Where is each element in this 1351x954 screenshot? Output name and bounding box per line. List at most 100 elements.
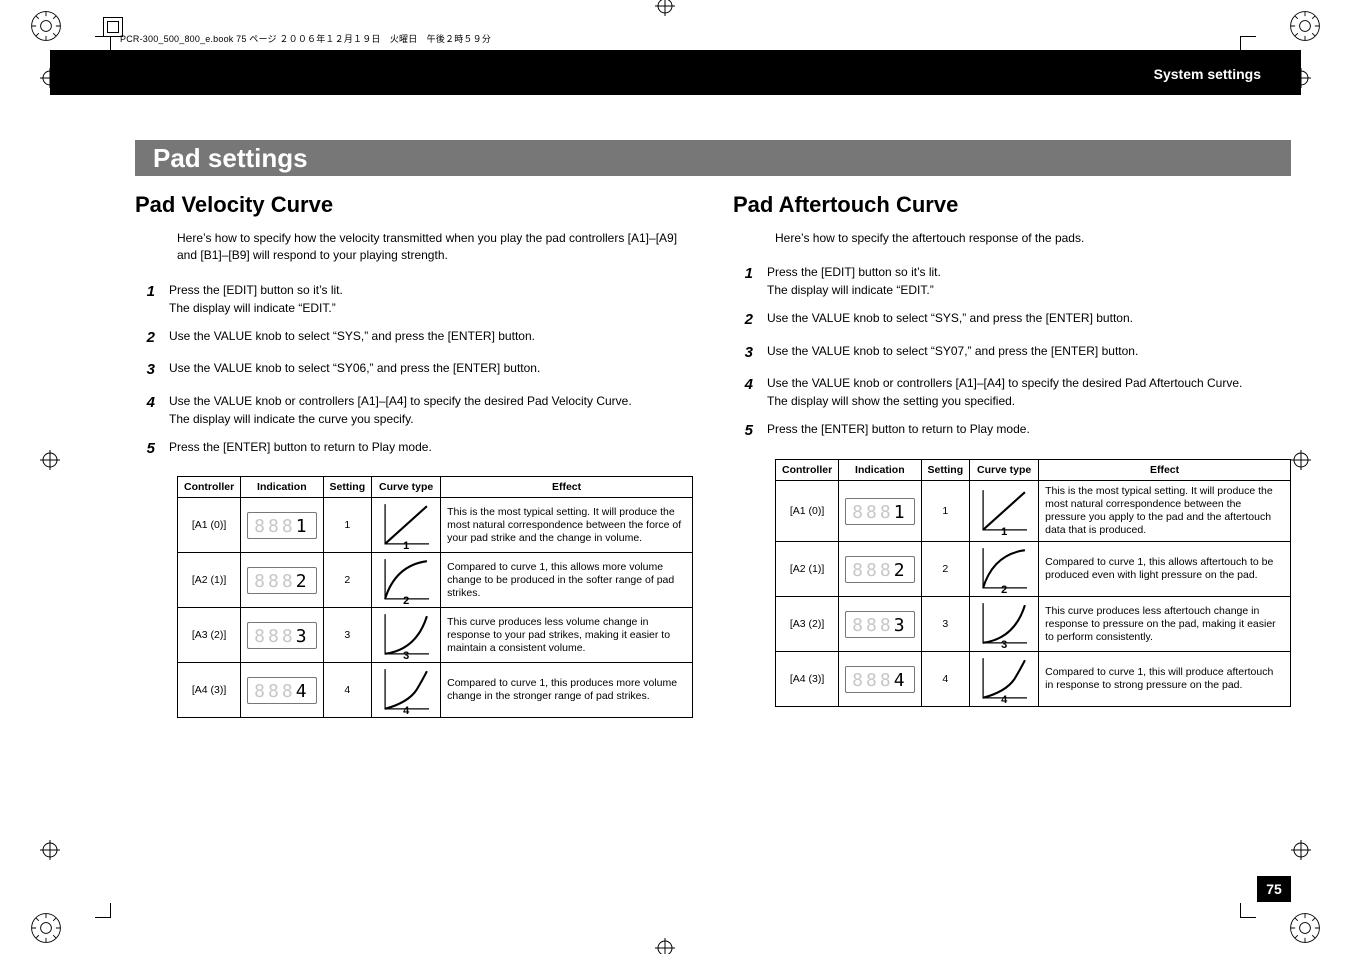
setting-cell: 1 [921, 480, 970, 542]
curve-type-graph: 2 [378, 557, 434, 603]
curve-cell: 4 [970, 652, 1039, 707]
step-number: 3 [733, 342, 753, 365]
curve-type-graph: 3 [378, 612, 434, 658]
setting-cell: 2 [323, 553, 372, 608]
setting-cell: 3 [323, 608, 372, 663]
heading-pad-aftertouch: Pad Aftertouch Curve [733, 192, 1291, 218]
indication-cell: 8883 [241, 608, 323, 663]
crop-line [1240, 903, 1241, 918]
table-header: Curve type [970, 459, 1039, 480]
curve-type-graph: 4 [378, 667, 434, 713]
lcd-display: 8883 [845, 611, 914, 638]
step-item: 3Use the VALUE knob to select “SY06,” an… [135, 359, 693, 382]
column-pad-velocity: Pad Velocity Curve Here’s how to specify… [135, 192, 693, 894]
lcd-display: 8883 [247, 622, 316, 649]
setting-cell: 4 [323, 663, 372, 718]
table-header: Controller [776, 459, 839, 480]
controller-cell: [A3 (2)] [178, 608, 241, 663]
crop-line [110, 903, 111, 918]
crop-ornament-icon [28, 8, 64, 44]
page: { "doc_header": "PCR-300_500_800_e.book … [0, 0, 1351, 954]
table-header: Effect [441, 477, 693, 498]
doc-print-header: PCR-300_500_800_e.book 75 ページ ２００６年１２月１９… [120, 32, 491, 45]
step-text: Press the [EDIT] button so it’s lit.The … [169, 281, 693, 317]
step-subtext: The display will indicate “EDIT.” [767, 281, 1291, 299]
curve-cell: 2 [970, 542, 1039, 597]
curve-label: 3 [976, 639, 1032, 651]
step-item: 3 Use the VALUE knob to select “SY07,” an… [733, 342, 1291, 365]
setting-cell: 1 [323, 498, 372, 553]
curve-cell: 1 [372, 498, 441, 553]
controller-cell: [A1 (0)] [178, 498, 241, 553]
step-item: 2Use the VALUE knob to select “SYS,” and… [733, 309, 1291, 332]
crop-line [1241, 917, 1256, 918]
lcd-display: 8884 [247, 677, 316, 704]
step-subtext: The display will indicate the curve you … [169, 410, 693, 428]
step-text: Use the VALUE knob to select “SY07,” and… [767, 342, 1291, 365]
step-item: 5Press the [ENTER] button to return to P… [733, 420, 1291, 443]
register-mark-icon [655, 938, 675, 954]
heading-pad-velocity: Pad Velocity Curve [135, 192, 693, 218]
step-item: 1Press the [EDIT] button so it’s lit.The… [733, 263, 1291, 299]
effect-cell: Compared to curve 1, this allows more vo… [441, 553, 693, 608]
effect-cell: This is the most typical setting. It wil… [1039, 480, 1291, 542]
crop-ornament-icon [28, 910, 64, 946]
section-header: System settings [50, 50, 1301, 95]
controller-cell: [A4 (3)] [776, 652, 839, 707]
two-column-layout: Pad Velocity Curve Here’s how to specify… [135, 192, 1291, 894]
curve-label: 2 [976, 584, 1032, 596]
step-number: 4 [733, 374, 753, 410]
step-text: Press the [ENTER] button to return to Pl… [767, 420, 1291, 443]
curve-label: 4 [378, 705, 434, 717]
table-header: Controller [178, 477, 241, 498]
table-header: Indication [241, 477, 323, 498]
intro-text: Here’s how to specify how the velocity t… [177, 230, 693, 265]
curve-label: 2 [378, 595, 434, 607]
curve-type-graph: 4 [976, 656, 1032, 702]
crop-ornament-icon [1287, 910, 1323, 946]
curve-label: 1 [378, 540, 434, 552]
table-row: [A2 (1)]88822 2 Compared to curve 1, thi… [776, 542, 1291, 597]
page-title: Pad settings [153, 143, 308, 173]
step-number: 1 [733, 263, 753, 299]
effect-cell: This curve produces less aftertouch chan… [1039, 597, 1291, 652]
controller-cell: [A3 (2)] [776, 597, 839, 652]
curve-label: 4 [976, 694, 1032, 706]
crop-line [1241, 36, 1256, 37]
curve-type-graph: 2 [976, 546, 1032, 592]
table-header: Curve type [372, 477, 441, 498]
indication-cell: 8884 [241, 663, 323, 718]
effect-cell: Compared to curve 1, this produces more … [441, 663, 693, 718]
curve-cell: 3 [372, 608, 441, 663]
step-number: 4 [135, 392, 155, 428]
controller-cell: [A4 (3)] [178, 663, 241, 718]
velocity-curve-table: ControllerIndicationSettingCurve typeEff… [177, 476, 693, 718]
lcd-display: 8881 [845, 498, 914, 525]
intro-text: Here’s how to specify the aftertouch res… [775, 230, 1291, 247]
table-row: [A1 (0)]8881 1 1 This is the most typical… [776, 480, 1291, 542]
effect-cell: Compared to curve 1, this allows afterto… [1039, 542, 1291, 597]
crop-line [95, 917, 110, 918]
effect-cell: This curve produces less volume change i… [441, 608, 693, 663]
table-header: Effect [1039, 459, 1291, 480]
steps-list: 1 Press the [EDIT] button so it’s lit.The… [135, 281, 693, 461]
indication-cell: 8881 [839, 480, 921, 542]
indication-cell: 8881 [241, 498, 323, 553]
section-title: System settings [1154, 66, 1261, 82]
table-row: [A3 (2)]8883 3 3 This curve produces less… [178, 608, 693, 663]
step-item: 5Press the [ENTER] button to return to P… [135, 438, 693, 461]
curve-cell: 4 [372, 663, 441, 718]
table-row: [A3 (2)]8883 3 3 This curve produces less… [776, 597, 1291, 652]
step-subtext: The display will indicate “EDIT.” [169, 299, 693, 317]
lcd-display: 8884 [845, 666, 914, 693]
curve-type-graph: 1 [976, 488, 1032, 534]
crop-line [1240, 36, 1241, 51]
setting-cell: 3 [921, 597, 970, 652]
step-number: 2 [733, 309, 753, 332]
step-text: Use the VALUE knob to select “SYS,” and … [169, 327, 693, 350]
curve-type-graph: 3 [976, 601, 1032, 647]
step-number: 3 [135, 359, 155, 382]
step-number: 1 [135, 281, 155, 317]
controller-cell: [A1 (0)] [776, 480, 839, 542]
step-item: 4Use the VALUE knob or controllers [A1]–… [733, 374, 1291, 410]
